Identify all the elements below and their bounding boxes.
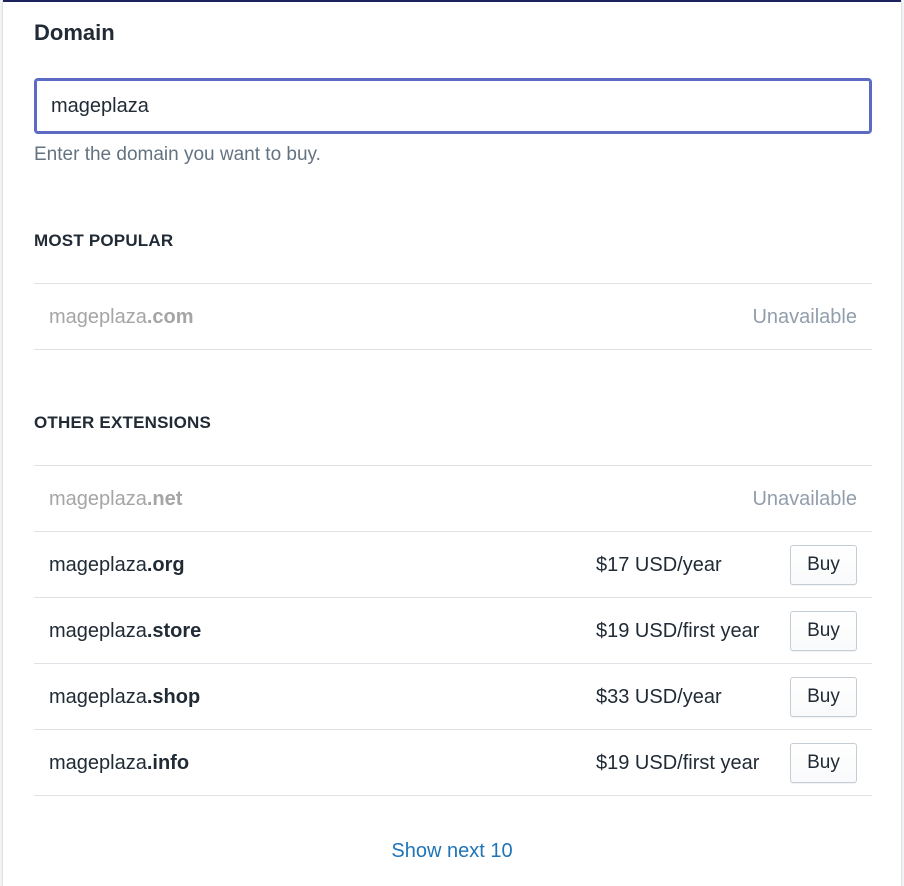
domain-name: mageplaza.org — [49, 554, 185, 576]
unavailable-status: Unavailable — [752, 306, 857, 328]
domain-price: $19 USD/first year — [596, 620, 760, 642]
page-title: Domain — [34, 20, 115, 45]
domain-row-net: mageplaza.net Unavailable — [34, 465, 872, 531]
domain-price: $17 USD/year — [596, 554, 722, 576]
buy-button-info[interactable]: Buy — [790, 743, 857, 783]
other-extensions-heading: OTHER EXTENSIONS — [34, 413, 212, 432]
domain-price: $33 USD/year — [596, 686, 722, 708]
domain-help-text: Enter the domain you want to buy. — [34, 144, 321, 165]
most-popular-heading: MOST POPULAR — [34, 231, 174, 250]
domain-name: mageplaza.net — [49, 488, 183, 510]
domain-name: mageplaza.info — [49, 752, 190, 774]
unavailable-status: Unavailable — [752, 488, 857, 510]
domain-row-org: mageplaza.org $17 USD/year Buy — [34, 531, 872, 597]
domain-row-com: mageplaza.com Unavailable — [34, 283, 872, 350]
domain-row-store: mageplaza.store $19 USD/first year Buy — [34, 597, 872, 663]
buy-button-shop[interactable]: Buy — [790, 677, 857, 717]
domain-row-info: mageplaza.info $19 USD/first year Buy — [34, 729, 872, 796]
domain-name: mageplaza.shop — [49, 686, 201, 708]
buy-button-org[interactable]: Buy — [790, 545, 857, 585]
domain-card: Domain Enter the domain you want to buy.… — [3, 0, 901, 886]
domain-input[interactable] — [34, 78, 872, 134]
show-next-link[interactable]: Show next 10 — [3, 840, 901, 863]
domain-name: mageplaza.store — [49, 620, 202, 642]
domain-price: $19 USD/first year — [596, 752, 760, 774]
buy-button-store[interactable]: Buy — [790, 611, 857, 651]
domain-name: mageplaza.com — [49, 306, 194, 328]
domain-row-shop: mageplaza.shop $33 USD/year Buy — [34, 663, 872, 729]
